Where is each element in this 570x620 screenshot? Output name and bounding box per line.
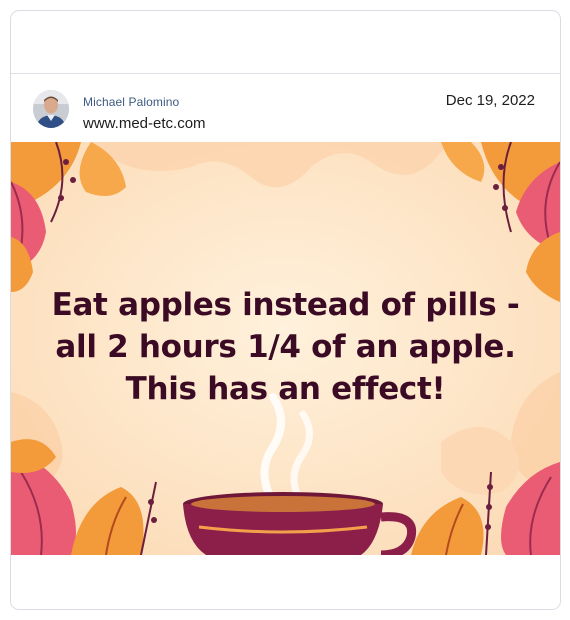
post-card: Michael Palomino www.med-etc.com Dec 19,… [10,10,561,610]
caption-line-2: all 2 hours 1/4 of an apple. [55,329,516,365]
caption-line-3: This has an effect! [125,371,446,407]
post-header: Michael Palomino www.med-etc.com Dec 19,… [11,75,560,142]
card-top-area [11,11,560,74]
image-caption-text: Eat apples instead of pills - all 2 hour… [11,284,560,410]
caption-line-1: Eat apples instead of pills - [51,287,520,323]
site-url[interactable]: www.med-etc.com [83,115,206,132]
post-image[interactable]: Eat apples instead of pills - all 2 hour… [11,142,560,555]
post-date: Dec 19, 2022 [445,92,535,109]
avatar-photo-icon [33,90,69,128]
card-bottom-area [11,555,560,609]
author-name[interactable]: Michael Palomino [83,95,179,109]
author-avatar[interactable] [33,90,69,128]
